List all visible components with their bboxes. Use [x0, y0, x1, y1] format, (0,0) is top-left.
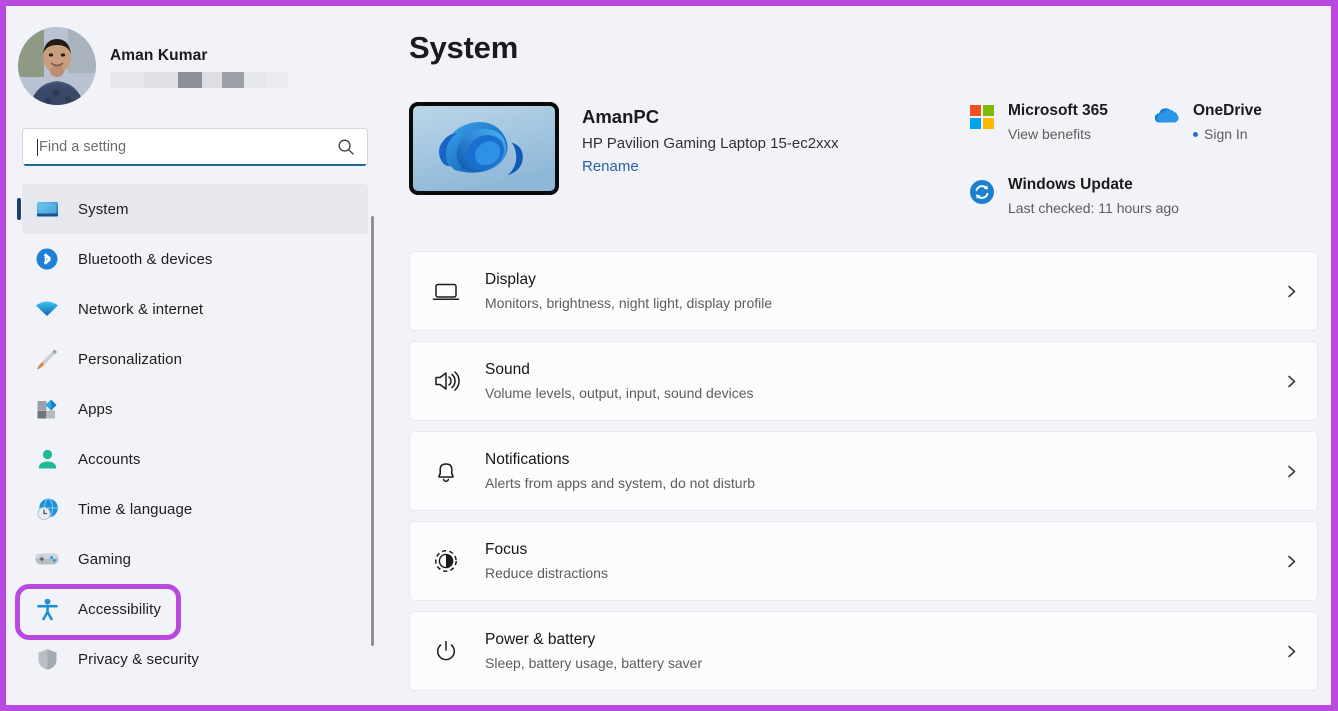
status-sub-wrap: Sign In [1193, 126, 1262, 143]
status-dot-icon [1193, 132, 1198, 137]
paintbrush-icon [34, 346, 60, 372]
sidebar-item-gaming[interactable]: Gaming [22, 534, 368, 584]
sidebar-item-system[interactable]: System [22, 184, 368, 234]
status-card-onedrive[interactable]: OneDrive Sign In [1153, 102, 1262, 143]
sidebar-item-personalization[interactable]: Personalization [22, 334, 368, 384]
settings-row-notifications[interactable]: Notifications Alerts from apps and syste… [409, 431, 1318, 511]
sidebar-item-label: Time & language [78, 501, 192, 518]
sidebar-item-label: Accounts [78, 451, 141, 468]
status-card-windows-update[interactable]: Windows Update Last checked: 11 hours ag… [968, 176, 1179, 217]
gamepad-icon [34, 546, 60, 572]
bell-icon [429, 454, 463, 488]
sidebar-scrollbar[interactable] [371, 216, 374, 646]
clock-globe-icon [34, 496, 60, 522]
search-box[interactable] [22, 128, 368, 166]
sidebar-item-accounts[interactable]: Accounts [22, 434, 368, 484]
wifi-icon [34, 296, 60, 322]
settings-row-sub: Reduce distractions [485, 564, 1282, 582]
settings-row-sub: Alerts from apps and system, do not dist… [485, 474, 1282, 492]
settings-row-title: Power & battery [485, 630, 1282, 650]
sidebar-item-label: Personalization [78, 351, 182, 368]
microsoft-logo-icon [968, 102, 995, 129]
settings-row-focus[interactable]: Focus Reduce distractions [409, 521, 1318, 601]
sidebar-item-time-language[interactable]: Time & language [22, 484, 368, 534]
status-area: Microsoft 365 View benefits OneDrive [968, 102, 1318, 217]
status-row-bottom: Windows Update Last checked: 11 hours ag… [968, 176, 1318, 217]
person-icon [34, 446, 60, 472]
status-sub: Sign In [1204, 126, 1248, 142]
power-icon [429, 634, 463, 668]
device-info: AmanPC HP Pavilion Gaming Laptop 15-ec2x… [559, 102, 839, 214]
profile-name: Aman Kumar [110, 47, 288, 65]
sidebar-item-privacy-security[interactable]: Privacy & security [22, 634, 368, 684]
text-caret [37, 139, 38, 156]
rename-link[interactable]: Rename [582, 158, 839, 175]
sidebar-item-apps[interactable]: Apps [22, 384, 368, 434]
sidebar-item-label: Apps [78, 401, 113, 418]
sidebar-item-label: Network & internet [78, 301, 203, 318]
settings-row-sub: Sleep, battery usage, battery saver [485, 654, 1282, 672]
settings-row-power-battery[interactable]: Power & battery Sleep, battery usage, ba… [409, 611, 1318, 691]
settings-row-title: Display [485, 270, 1282, 290]
sidebar-item-label: Gaming [78, 551, 131, 568]
status-card-microsoft-365[interactable]: Microsoft 365 View benefits [968, 102, 1153, 143]
settings-row-sub: Monitors, brightness, night light, displ… [485, 294, 1282, 312]
settings-window: Aman Kumar [6, 6, 1331, 705]
accessibility-icon [34, 596, 60, 622]
status-row-top: Microsoft 365 View benefits OneDrive [968, 102, 1318, 143]
monitor-icon [34, 196, 60, 222]
display-icon [429, 274, 463, 308]
search-container [6, 106, 380, 166]
sidebar-item-bluetooth-devices[interactable]: Bluetooth & devices [22, 234, 368, 284]
apps-icon [34, 396, 60, 422]
sidebar-item-label: Privacy & security [78, 651, 199, 668]
settings-row-display[interactable]: Display Monitors, brightness, night ligh… [409, 251, 1318, 331]
chevron-right-icon[interactable] [1282, 644, 1300, 659]
bluetooth-icon [34, 246, 60, 272]
device-model: HP Pavilion Gaming Laptop 15-ec2xxx [582, 135, 839, 152]
user-profile[interactable]: Aman Kumar [6, 22, 380, 106]
page-title: System [409, 28, 1318, 68]
settings-list: Display Monitors, brightness, night ligh… [409, 251, 1318, 691]
settings-row-title: Focus [485, 540, 1282, 560]
device-name: AmanPC [582, 106, 839, 128]
chevron-right-icon[interactable] [1282, 464, 1300, 479]
settings-row-sound[interactable]: Sound Volume levels, output, input, soun… [409, 341, 1318, 421]
sidebar-item-accessibility[interactable]: Accessibility [22, 584, 368, 634]
main-content: System [380, 6, 1331, 705]
settings-row-title: Notifications [485, 450, 1282, 470]
search-input[interactable] [39, 139, 337, 155]
status-title: OneDrive [1193, 102, 1262, 119]
device-thumbnail [409, 102, 559, 195]
status-sub: View benefits [1008, 126, 1108, 143]
search-icon[interactable] [337, 138, 355, 156]
sidebar-item-label: System [78, 201, 129, 218]
status-sub: Last checked: 11 hours ago [1008, 200, 1179, 217]
sidebar-item-network-internet[interactable]: Network & internet [22, 284, 368, 334]
chevron-right-icon[interactable] [1282, 284, 1300, 299]
settings-row-sub: Volume levels, output, input, sound devi… [485, 384, 1282, 402]
sidebar: Aman Kumar [6, 6, 380, 705]
sidebar-item-label: Accessibility [78, 601, 161, 618]
settings-row-title: Sound [485, 360, 1282, 380]
redacted-email [110, 72, 288, 88]
annotated-screenshot-frame: Aman Kumar [0, 0, 1338, 711]
status-title: Windows Update [1008, 176, 1133, 193]
status-title: Microsoft 365 [1008, 102, 1108, 119]
focus-icon [429, 544, 463, 578]
sync-icon [968, 176, 995, 205]
sidebar-nav: System Bluetooth & devices [6, 184, 380, 684]
speaker-icon [429, 364, 463, 398]
avatar [18, 27, 96, 105]
shield-icon [34, 646, 60, 672]
onedrive-icon [1153, 102, 1180, 125]
chevron-right-icon[interactable] [1282, 374, 1300, 389]
chevron-right-icon[interactable] [1282, 554, 1300, 569]
sidebar-item-label: Bluetooth & devices [78, 251, 212, 268]
